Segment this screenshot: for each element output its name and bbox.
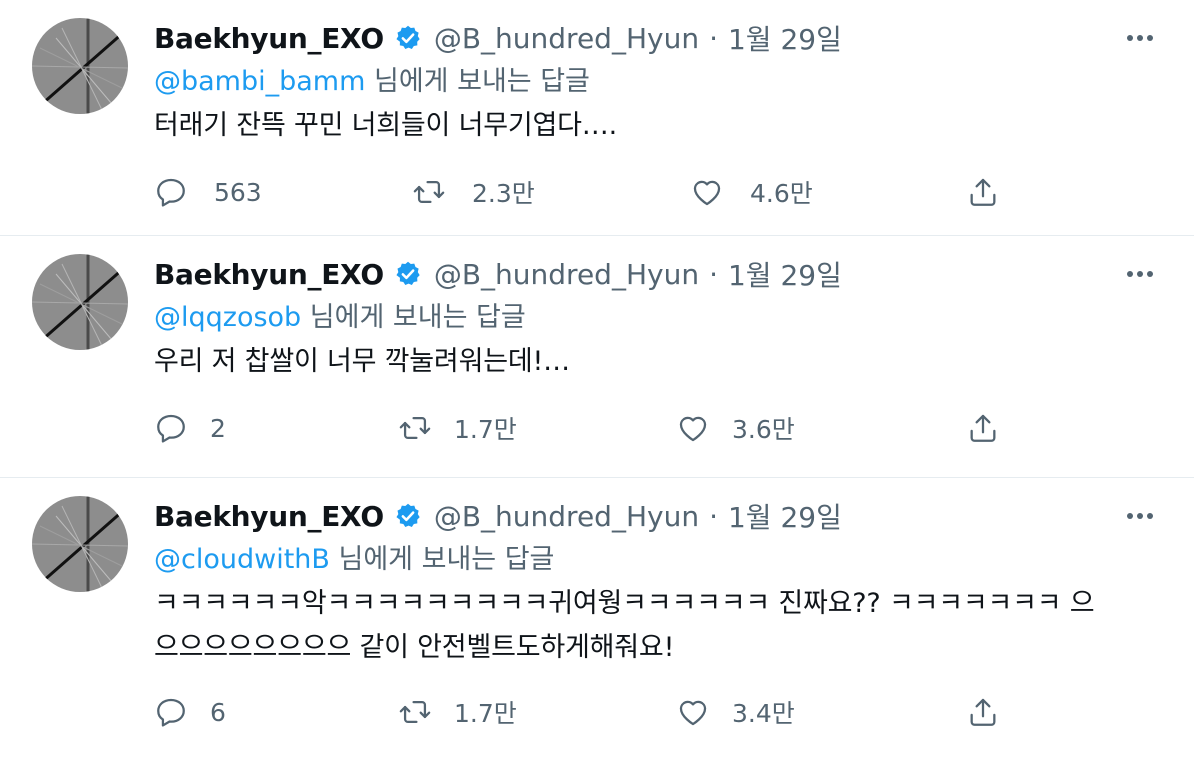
like-count: 3.6만	[732, 415, 795, 444]
reply-button[interactable]: 6	[154, 690, 226, 734]
tweet-text-line: ㅋㅋㅋㅋㅋㅋ악ㅋㅋㅋㅋㅋㅋㅋㅋㅋ귀여웡ㅋㅋㅋㅋㅋㅋ 진짜요?? ㅋㅋㅋㅋㅋㅋㅋ …	[154, 588, 1095, 619]
like-button[interactable]: 3.6만	[676, 406, 795, 450]
reply-icon	[157, 698, 185, 727]
like-count: 4.6만	[750, 179, 813, 208]
user-handle[interactable]: @B_hundred_Hyun	[434, 22, 699, 55]
tweet[interactable]: Baekhyun_EXO @B_hundred_Hyun · 1월 29일 @c…	[0, 478, 1194, 758]
reply-icon	[157, 414, 185, 443]
tweet-date[interactable]: 1월 29일	[728, 254, 842, 294]
retweet-icon	[413, 180, 445, 204]
tweet-date[interactable]: 1월 29일	[728, 496, 842, 536]
reply-mention-link[interactable]: @cloudwithB	[154, 544, 330, 575]
verified-badge-icon	[394, 502, 422, 530]
like-count: 3.4만	[732, 699, 795, 728]
reply-mention-link[interactable]: @bambi_bamm	[154, 66, 365, 97]
share-button[interactable]	[966, 690, 1000, 734]
reply-count: 6	[210, 697, 226, 727]
reply-mention-link[interactable]: @lqqzosob	[154, 302, 301, 333]
heart-icon	[679, 416, 707, 442]
tweet-text: 터래기 잔뜩 꾸민 너희들이 너무기엽다….	[154, 110, 617, 141]
heart-icon	[693, 180, 721, 206]
like-button[interactable]: 3.4만	[676, 690, 795, 734]
avatar[interactable]	[32, 18, 128, 114]
retweet-icon	[399, 416, 431, 440]
tweet-text: ㅋㅋㅋㅋㅋㅋ악ㅋㅋㅋㅋㅋㅋㅋㅋㅋ귀여웡ㅋㅋㅋㅋㅋㅋ 진짜요?? ㅋㅋㅋㅋㅋㅋㅋ …	[154, 582, 1154, 670]
retweet-button[interactable]: 2.3만	[412, 170, 535, 214]
tweet-text-line: 으으으으으으으으 같이 안전벨트도하게해줘요!	[154, 632, 675, 663]
tweet[interactable]: Baekhyun_EXO @B_hundred_Hyun · 1월 29일 @l…	[0, 236, 1194, 478]
reply-context: @lqqzosob 님에게 보내는 답글	[154, 298, 1154, 338]
share-icon	[970, 178, 996, 206]
tweet-header: Baekhyun_EXO @B_hundred_Hyun · 1월 29일	[154, 496, 1154, 536]
reply-context-label: 님에게 보내는 답글	[301, 302, 526, 333]
tweet-feed: Baekhyun_EXO @B_hundred_Hyun · 1월 29일 @b…	[0, 0, 1194, 758]
retweet-button[interactable]: 1.7만	[398, 406, 517, 450]
verified-badge-icon	[394, 260, 422, 288]
tweet[interactable]: Baekhyun_EXO @B_hundred_Hyun · 1월 29일 @b…	[0, 0, 1194, 236]
tweet-text: 우리 저 찹쌀이 너무 깍눌려워는데!…	[154, 346, 570, 377]
avatar[interactable]	[32, 496, 128, 592]
retweet-icon	[399, 700, 431, 724]
display-name[interactable]: Baekhyun_EXO	[154, 22, 384, 55]
separator: ·	[709, 21, 718, 55]
display-name[interactable]: Baekhyun_EXO	[154, 258, 384, 291]
share-icon	[970, 414, 996, 442]
reply-count: 563	[214, 177, 262, 207]
user-handle[interactable]: @B_hundred_Hyun	[434, 500, 699, 533]
reply-button[interactable]: 563	[154, 170, 262, 214]
more-options-icon[interactable]	[1120, 500, 1160, 532]
reply-button[interactable]: 2	[154, 406, 226, 450]
share-button[interactable]	[966, 170, 1000, 214]
tweet-actions: 6 1.7만 3.4만	[154, 690, 1014, 734]
display-name[interactable]: Baekhyun_EXO	[154, 500, 384, 533]
retweet-button[interactable]: 1.7만	[398, 690, 517, 734]
reply-icon	[157, 178, 185, 207]
reply-context-label: 님에게 보내는 답글	[365, 66, 590, 97]
reply-context: @bambi_bamm 님에게 보내는 답글	[154, 62, 1154, 102]
more-options-icon[interactable]	[1120, 22, 1160, 54]
more-options-icon[interactable]	[1120, 258, 1160, 290]
verified-badge-icon	[394, 24, 422, 52]
tweet-date[interactable]: 1월 29일	[728, 18, 842, 58]
tweet-actions: 2 1.7만 3.6만	[154, 406, 1014, 450]
retweet-count: 2.3만	[472, 179, 535, 208]
share-icon	[970, 698, 996, 726]
like-button[interactable]: 4.6만	[690, 170, 813, 214]
separator: ·	[709, 257, 718, 291]
tweet-header: Baekhyun_EXO @B_hundred_Hyun · 1월 29일	[154, 18, 1154, 58]
tweet-actions: 563 2.3만 4.6만	[154, 170, 1014, 214]
user-handle[interactable]: @B_hundred_Hyun	[434, 258, 699, 291]
tweet-header: Baekhyun_EXO @B_hundred_Hyun · 1월 29일	[154, 254, 1154, 294]
reply-count: 2	[210, 413, 226, 443]
avatar[interactable]	[32, 254, 128, 350]
retweet-count: 1.7만	[454, 699, 517, 728]
share-button[interactable]	[966, 406, 1000, 450]
reply-context: @cloudwithB 님에게 보내는 답글	[154, 540, 1154, 580]
retweet-count: 1.7만	[454, 415, 517, 444]
reply-context-label: 님에게 보내는 답글	[329, 544, 555, 575]
separator: ·	[709, 499, 718, 533]
heart-icon	[679, 700, 707, 726]
